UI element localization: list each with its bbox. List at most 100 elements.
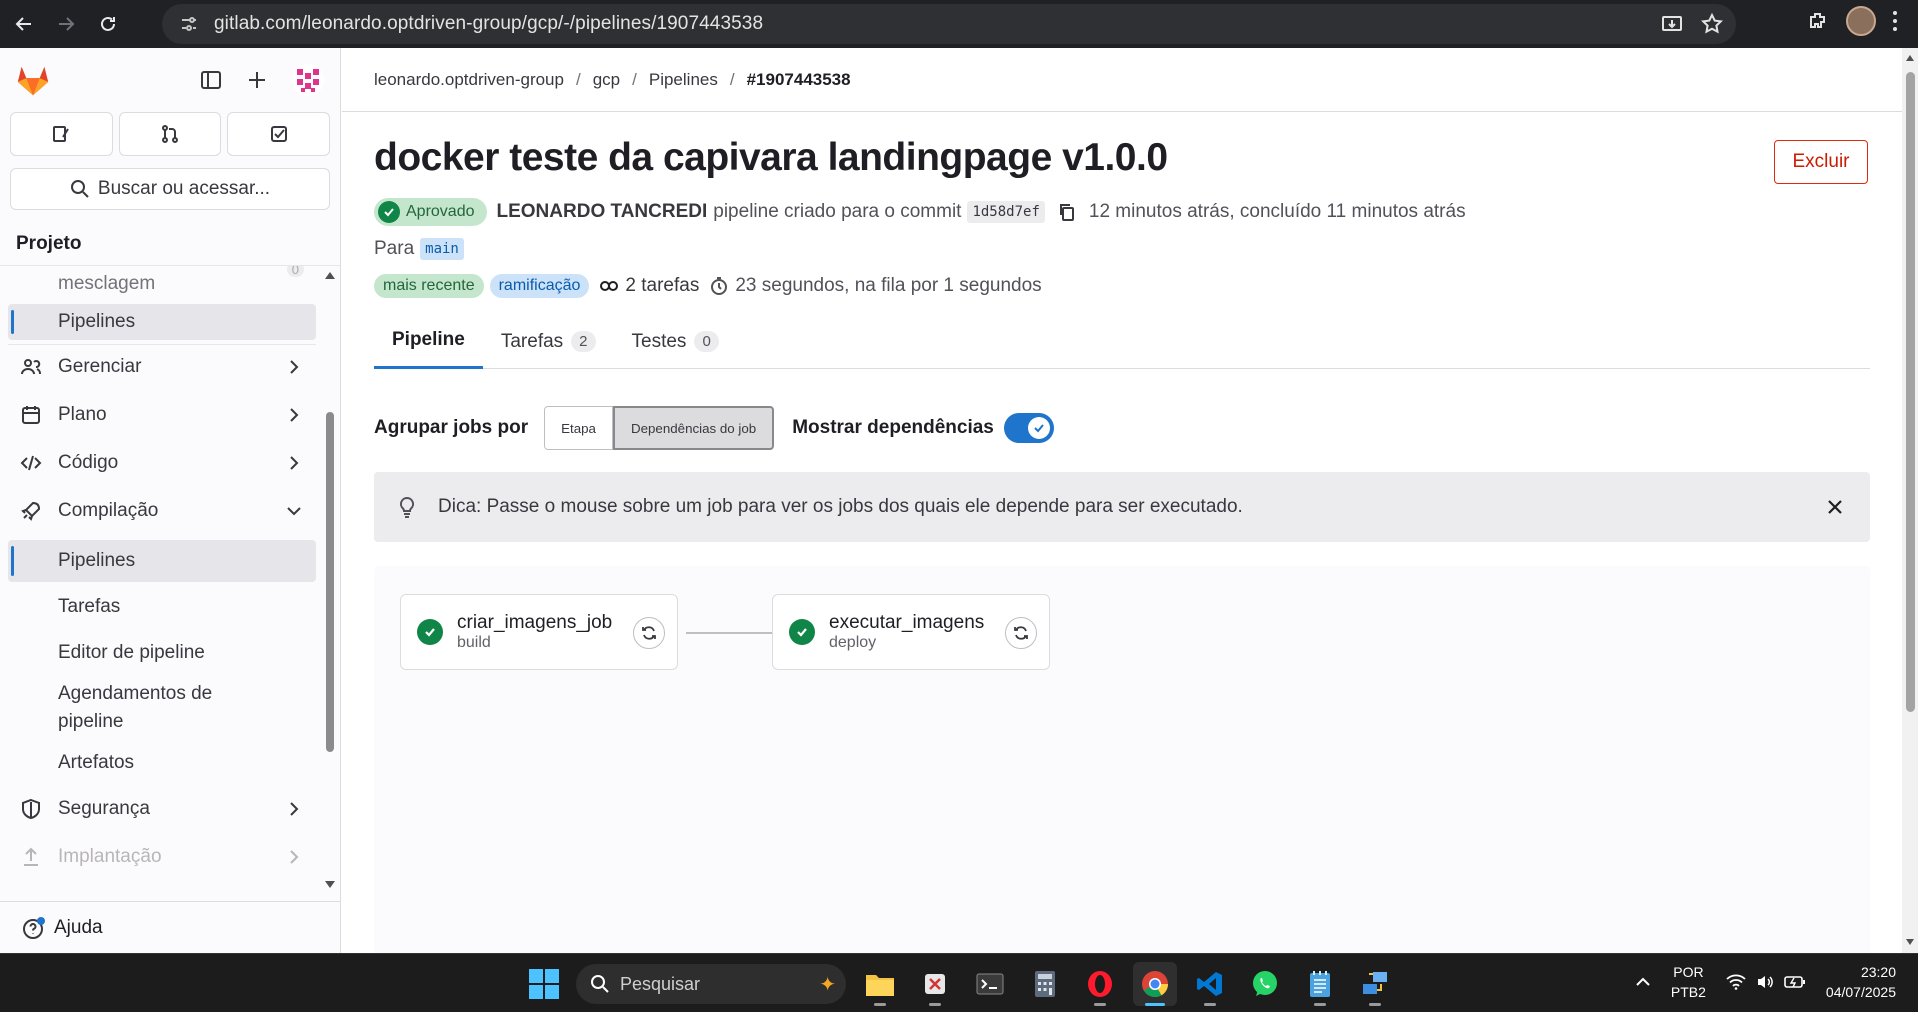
breadcrumb: leonardo.optdriven-group / gcp / Pipelin… bbox=[374, 70, 851, 90]
status-icons[interactable] bbox=[1726, 974, 1806, 990]
opera-icon[interactable] bbox=[1078, 962, 1122, 1006]
gitlab-logo-icon[interactable] bbox=[14, 61, 52, 99]
close-icon[interactable] bbox=[1824, 496, 1846, 518]
pipeline-target: Para main bbox=[374, 238, 464, 260]
sidebar-item-pipelines-merge[interactable]: Pipelines bbox=[8, 304, 316, 340]
sidebar-item-label: Código bbox=[58, 452, 119, 473]
language-indicator[interactable]: POR PTB2 bbox=[1671, 962, 1706, 1002]
page-scrollbar[interactable] bbox=[1902, 48, 1918, 953]
author-name[interactable]: LEONARDO TANCREDI bbox=[497, 201, 708, 223]
search-button[interactable]: Buscar ou acessar... bbox=[10, 168, 330, 210]
system-tray: POR PTB2 23:20 04/07/2025 bbox=[1635, 962, 1896, 1002]
notepad-icon[interactable] bbox=[1298, 962, 1342, 1006]
chrome-menu-icon[interactable] bbox=[1892, 10, 1898, 32]
merge-requests-shortcut-button[interactable] bbox=[118, 112, 222, 156]
breadcrumb-group[interactable]: leonardo.optdriven-group bbox=[374, 70, 564, 90]
forward-button[interactable] bbox=[48, 6, 84, 42]
calculator-icon[interactable] bbox=[1023, 962, 1067, 1006]
sidebar-item-pipelines[interactable]: Pipelines bbox=[8, 540, 316, 582]
sidebar-item-code[interactable]: Código bbox=[8, 442, 316, 484]
sidebar-item-deploy[interactable]: Implantação bbox=[8, 836, 316, 878]
bookmark-star-icon[interactable] bbox=[1700, 12, 1724, 36]
success-icon bbox=[789, 619, 815, 645]
extensions-icon[interactable] bbox=[1806, 9, 1830, 33]
scroll-up-arrow-icon[interactable] bbox=[324, 270, 336, 280]
delete-button[interactable]: Excluir bbox=[1774, 140, 1868, 184]
pipeline-time: 12 minutos atrás, concluído 11 minutos a… bbox=[1088, 201, 1466, 222]
sidebar-scrollbar[interactable] bbox=[322, 266, 336, 896]
tab-pipeline[interactable]: Pipeline bbox=[374, 314, 483, 369]
search-icon bbox=[70, 180, 89, 198]
scroll-down-arrow-icon[interactable] bbox=[324, 880, 336, 890]
commit-sha[interactable]: 1d58d7ef bbox=[967, 201, 1045, 223]
sidebar-item-merge[interactable]: mesclagem 0 bbox=[8, 266, 316, 306]
users-icon bbox=[21, 359, 41, 375]
breadcrumb-current[interactable]: #1907443538 bbox=[747, 70, 851, 90]
pipeline-meta: Aprovado LEONARDO TANCREDI pipeline cria… bbox=[374, 198, 1466, 226]
retry-icon[interactable] bbox=[633, 617, 665, 649]
scroll-up-arrow-icon[interactable] bbox=[1905, 53, 1915, 62]
profile-avatar[interactable] bbox=[1846, 6, 1876, 36]
reload-button[interactable] bbox=[90, 6, 126, 42]
sidebar-item-manage[interactable]: Gerenciar bbox=[8, 346, 316, 388]
scroll-down-arrow-icon[interactable] bbox=[1905, 938, 1915, 947]
group-by-stage-button[interactable]: Etapa bbox=[544, 406, 613, 450]
sidebar-item-security[interactable]: Segurança bbox=[8, 788, 316, 830]
whatsapp-icon[interactable] bbox=[1243, 962, 1287, 1006]
help-button[interactable]: Ajuda bbox=[0, 901, 340, 953]
sidebar-item-label: Plano bbox=[58, 404, 107, 425]
create-new-icon[interactable] bbox=[246, 69, 268, 91]
copy-icon[interactable] bbox=[1057, 202, 1077, 222]
sidebar-item-build[interactable]: Compilação bbox=[8, 490, 316, 532]
sidebar-toggle-icon[interactable] bbox=[200, 69, 222, 91]
tab-label: Pipeline bbox=[392, 329, 465, 350]
status-badge[interactable]: Aprovado bbox=[374, 198, 487, 226]
snipping-tool-icon[interactable] bbox=[913, 962, 957, 1006]
breadcrumb-pipelines[interactable]: Pipelines bbox=[649, 70, 718, 90]
job-card[interactable]: executar_imagens deploy bbox=[772, 594, 1050, 670]
site-settings-icon[interactable] bbox=[178, 13, 200, 35]
vscode-icon[interactable] bbox=[1188, 962, 1232, 1006]
job-card[interactable]: criar_imagens_job build bbox=[400, 594, 678, 670]
clock[interactable]: 23:20 04/07/2025 bbox=[1826, 962, 1896, 1002]
chrome-icon[interactable] bbox=[1133, 962, 1177, 1006]
issues-shortcut-button[interactable] bbox=[10, 112, 113, 156]
file-explorer-icon[interactable] bbox=[858, 962, 902, 1006]
tab-label: Testes bbox=[631, 330, 687, 352]
sidebar-item-jobs[interactable]: Tarefas bbox=[8, 586, 316, 628]
tab-count: 0 bbox=[694, 331, 719, 352]
url-text[interactable]: gitlab.com/leonardo.optdriven-group/gcp/… bbox=[214, 13, 763, 35]
sidebar-scroll-thumb[interactable] bbox=[326, 412, 334, 752]
tab-tests[interactable]: Testes 0 bbox=[614, 314, 737, 369]
terminal-icon[interactable] bbox=[968, 962, 1012, 1006]
help-icon bbox=[23, 916, 45, 939]
show-dependencies-toggle[interactable] bbox=[1003, 413, 1054, 443]
sidebar-item-pipeline-editor[interactable]: Editor de pipeline bbox=[8, 632, 316, 674]
sidebar-item-label: mesclagem bbox=[58, 273, 156, 294]
taskbar-search[interactable]: Pesquisar ✦ bbox=[576, 964, 846, 1004]
windows-start-icon[interactable] bbox=[528, 968, 560, 1000]
group-by-dependencies-button[interactable]: Dependências do job bbox=[612, 406, 775, 450]
address-bar[interactable]: gitlab.com/leonardo.optdriven-group/gcp/… bbox=[162, 4, 1736, 44]
user-avatar-icon[interactable] bbox=[292, 64, 324, 96]
sidebar-header bbox=[0, 48, 340, 112]
sidebar-item-pipeline-schedules[interactable]: Agendamentos de pipeline bbox=[8, 678, 316, 738]
tab-jobs[interactable]: Tarefas 2 bbox=[483, 314, 614, 369]
search-highlight-icon: ✦ bbox=[819, 973, 836, 996]
bulb-icon bbox=[399, 496, 415, 518]
clock-time: 23:20 bbox=[1860, 964, 1896, 980]
back-button[interactable] bbox=[6, 6, 42, 42]
sidebar-item-label: Implantação bbox=[58, 846, 162, 867]
install-app-icon[interactable] bbox=[1660, 12, 1684, 36]
sidebar-nav-list: mesclagem 0 Pipelines Gerenciar Plano Có… bbox=[0, 266, 340, 896]
chevron-up-icon[interactable] bbox=[1635, 976, 1651, 988]
remote-desktop-icon[interactable] bbox=[1353, 962, 1397, 1006]
sidebar-item-artifacts[interactable]: Artefatos bbox=[8, 742, 316, 784]
page-scroll-thumb[interactable] bbox=[1906, 72, 1915, 712]
breadcrumb-project[interactable]: gcp bbox=[593, 70, 620, 90]
jobs-count-label: 2 tarefas bbox=[625, 275, 700, 296]
todo-shortcut-button[interactable] bbox=[227, 112, 331, 156]
retry-icon[interactable] bbox=[1005, 617, 1037, 649]
branch-name[interactable]: main bbox=[420, 238, 464, 260]
sidebar-item-plan[interactable]: Plano bbox=[8, 394, 316, 436]
